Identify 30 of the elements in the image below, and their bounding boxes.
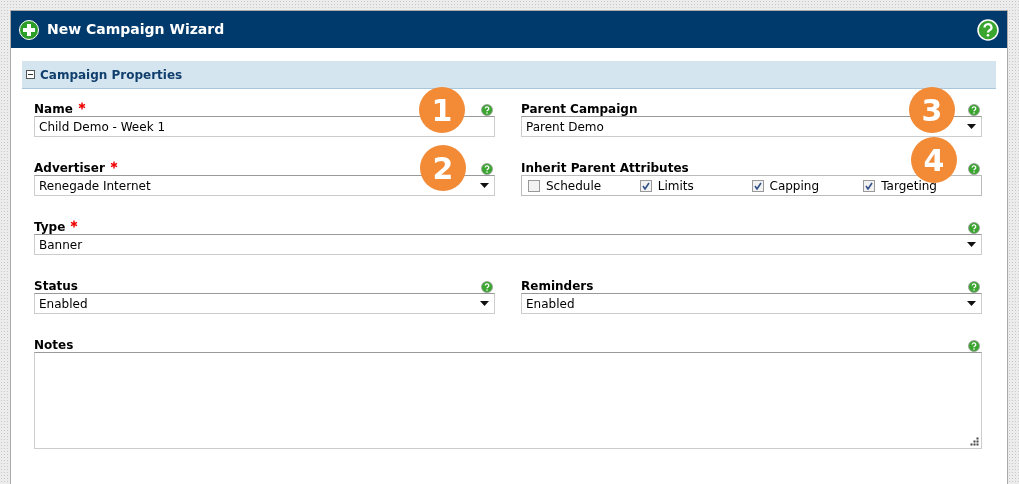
- caret-icon: [967, 301, 976, 306]
- caret-icon: [967, 242, 976, 247]
- field-label: Advertiser: [34, 161, 105, 175]
- field-label: Parent Campaign: [521, 102, 638, 116]
- section-header[interactable]: Campaign Properties: [22, 61, 996, 89]
- field-label: Reminders: [521, 279, 594, 293]
- field-label: Notes: [34, 338, 74, 352]
- dropdown[interactable]: Enabled: [34, 293, 495, 314]
- number-badge: 2: [420, 145, 466, 191]
- checkbox[interactable]: Capping: [751, 176, 864, 195]
- caret-icon: [480, 183, 489, 188]
- section-title: Campaign Properties: [40, 66, 183, 84]
- checkbox[interactable]: Limits: [639, 176, 752, 195]
- checkbox[interactable]: Schedule: [528, 176, 640, 195]
- window-title: New Campaign Wizard: [47, 20, 226, 39]
- dropdown[interactable]: Enabled: [521, 293, 982, 314]
- check-icon: [641, 181, 650, 190]
- field-label: Type: [34, 220, 66, 234]
- field-label: Status: [34, 279, 78, 293]
- plus-icon: [19, 19, 39, 40]
- check-icon: [865, 181, 874, 190]
- field-label: Name: [34, 102, 73, 116]
- check-icon: [753, 181, 762, 190]
- collapse-icon[interactable]: [26, 70, 35, 79]
- field-label: Inherit Parent Attributes: [521, 161, 689, 175]
- notes-field[interactable]: [34, 352, 982, 449]
- dropdown[interactable]: Banner: [34, 234, 982, 255]
- caret-icon: [480, 301, 489, 306]
- caret-icon: [967, 124, 976, 129]
- resize-grip-icon[interactable]: [970, 437, 979, 446]
